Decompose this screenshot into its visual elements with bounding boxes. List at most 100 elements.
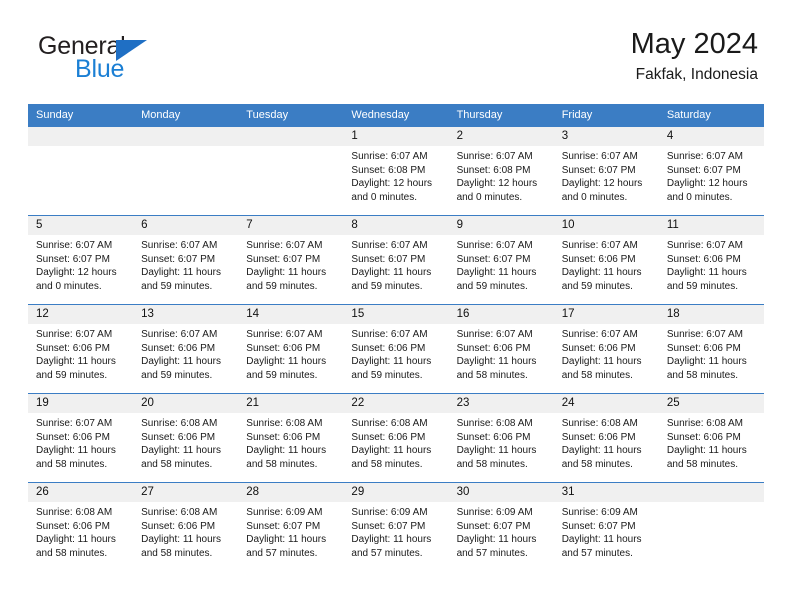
day-cell-inner: 28 Sunrise: 6:09 AM Sunset: 6:07 PM Dayligh… [238, 483, 344, 571]
brand-logo[interactable]: General Blue [38, 34, 258, 90]
day-details: Sunrise: 6:07 AM Sunset: 6:07 PM Daylight:… [133, 235, 238, 293]
calendar-day-cell[interactable]: 10 Sunrise: 6:07 AM Sunset: 6:06 PM Dayligh… [553, 215, 659, 305]
calendar-day-cell[interactable]: 16 Sunrise: 6:07 AM Sunset: 6:06 PM Dayligh… [448, 304, 554, 394]
day-details: Sunrise: 6:07 AM Sunset: 6:06 PM Daylight:… [343, 324, 448, 382]
calendar-day-cell[interactable]: 19 Sunrise: 6:07 AM Sunset: 6:06 PM Dayligh… [28, 393, 134, 483]
calendar-day-cell[interactable]: 1 Sunrise: 6:07 AM Sunset: 6:08 PM Daylight… [343, 126, 449, 216]
calendar-day-cell[interactable]: 22 Sunrise: 6:08 AM Sunset: 6:06 PM Dayligh… [343, 393, 449, 483]
day-cell-inner: 12 Sunrise: 6:07 AM Sunset: 6:06 PM Dayligh… [28, 305, 134, 393]
calendar-day-cell[interactable]: 31 Sunrise: 6:09 AM Sunset: 6:07 PM Dayligh… [553, 482, 659, 571]
day-details: Sunrise: 6:09 AM Sunset: 6:07 PM Daylight:… [449, 502, 554, 560]
sunrise-text: Sunrise: 6:07 AM [351, 151, 428, 162]
day-cell-inner: 4 Sunrise: 6:07 AM Sunset: 6:07 PM Daylight… [658, 127, 764, 215]
daylight-text-line2: and 58 minutes. [36, 458, 108, 470]
sunrise-text: Sunrise: 6:07 AM [351, 240, 428, 251]
calendar-day-cell[interactable]: 3 Sunrise: 6:07 AM Sunset: 6:07 PM Daylight… [553, 126, 659, 216]
daylight-text-line2: and 0 minutes. [561, 191, 628, 203]
calendar-day-cell[interactable]: 28 Sunrise: 6:09 AM Sunset: 6:07 PM Dayligh… [238, 482, 344, 571]
day-cell-inner: 21 Sunrise: 6:08 AM Sunset: 6:06 PM Dayligh… [238, 394, 344, 482]
sunset-text: Sunset: 6:06 PM [561, 342, 636, 354]
day-details: Sunrise: 6:07 AM Sunset: 6:06 PM Daylight:… [28, 413, 133, 471]
calendar-day-cell[interactable]: 23 Sunrise: 6:08 AM Sunset: 6:06 PM Dayligh… [448, 393, 554, 483]
daylight-text-line2: and 0 minutes. [666, 191, 733, 203]
calendar-day-cell[interactable]: 2 Sunrise: 6:07 AM Sunset: 6:08 PM Daylight… [448, 126, 554, 216]
calendar-day-cell[interactable]: 9 Sunrise: 6:07 AM Sunset: 6:07 PM Daylight… [448, 215, 554, 305]
sunrise-text: Sunrise: 6:07 AM [456, 240, 533, 251]
daylight-text-line1: Daylight: 11 hours [351, 534, 432, 545]
sunrise-text: Sunrise: 6:07 AM [666, 240, 743, 251]
day-details: Sunrise: 6:09 AM Sunset: 6:07 PM Daylight:… [238, 502, 343, 560]
day-cell-inner [658, 483, 764, 571]
calendar-day-cell[interactable]: 14 Sunrise: 6:07 AM Sunset: 6:06 PM Dayligh… [238, 304, 344, 394]
calendar-day-cell[interactable]: 5 Sunrise: 6:07 AM Sunset: 6:07 PM Daylight… [28, 215, 134, 305]
calendar-day-cell[interactable]: 11 Sunrise: 6:07 AM Sunset: 6:06 PM Dayligh… [658, 215, 764, 305]
day-details: Sunrise: 6:07 AM Sunset: 6:06 PM Daylight:… [133, 324, 238, 382]
day-cell-inner: 27 Sunrise: 6:08 AM Sunset: 6:06 PM Dayligh… [133, 483, 239, 571]
day-details: Sunrise: 6:08 AM Sunset: 6:06 PM Daylight:… [449, 413, 554, 471]
day-cell-inner: 19 Sunrise: 6:07 AM Sunset: 6:06 PM Dayligh… [28, 394, 134, 482]
sunrise-text: Sunrise: 6:08 AM [351, 418, 428, 429]
sunset-text: Sunset: 6:07 PM [246, 520, 321, 532]
sunset-text: Sunset: 6:06 PM [666, 431, 741, 443]
calendar-week-row: 1 Sunrise: 6:07 AM Sunset: 6:08 PM Daylight… [28, 126, 764, 216]
page-subtitle-location: Fakfak, Indonesia [635, 66, 758, 84]
calendar-day-cell[interactable]: 27 Sunrise: 6:08 AM Sunset: 6:06 PM Dayligh… [133, 482, 239, 571]
calendar-day-cell[interactable]: 18 Sunrise: 6:07 AM Sunset: 6:06 PM Dayligh… [658, 304, 764, 394]
calendar-day-cell[interactable]: 13 Sunrise: 6:07 AM Sunset: 6:06 PM Dayligh… [133, 304, 239, 394]
daylight-text-line1: Daylight: 11 hours [666, 356, 747, 367]
day-cell-inner: 29 Sunrise: 6:09 AM Sunset: 6:07 PM Dayligh… [343, 483, 449, 571]
calendar-day-cell[interactable]: 4 Sunrise: 6:07 AM Sunset: 6:07 PM Daylight… [658, 126, 764, 216]
day-number: 19 [28, 394, 134, 413]
sunrise-text: Sunrise: 6:07 AM [36, 329, 113, 340]
daylight-text-line2: and 58 minutes. [561, 458, 633, 470]
calendar-day-cell[interactable]: 26 Sunrise: 6:08 AM Sunset: 6:06 PM Dayligh… [28, 482, 134, 571]
calendar-day-cell[interactable]: 17 Sunrise: 6:07 AM Sunset: 6:06 PM Dayligh… [553, 304, 659, 394]
sunrise-text: Sunrise: 6:07 AM [246, 240, 323, 251]
calendar-day-cell[interactable]: 12 Sunrise: 6:07 AM Sunset: 6:06 PM Dayligh… [28, 304, 134, 394]
calendar-day-cell[interactable]: 24 Sunrise: 6:08 AM Sunset: 6:06 PM Dayligh… [553, 393, 659, 483]
sunset-text: Sunset: 6:06 PM [141, 431, 216, 443]
daylight-text-line2: and 59 minutes. [351, 369, 423, 381]
sunrise-text: Sunrise: 6:09 AM [351, 507, 428, 518]
daylight-text-line2: and 59 minutes. [666, 280, 739, 292]
calendar-day-cell[interactable]: 21 Sunrise: 6:08 AM Sunset: 6:06 PM Dayligh… [238, 393, 344, 483]
calendar-day-cell[interactable]: 30 Sunrise: 6:09 AM Sunset: 6:07 PM Dayligh… [448, 482, 554, 571]
day-cell-inner: 20 Sunrise: 6:08 AM Sunset: 6:06 PM Dayligh… [133, 394, 239, 482]
calendar-day-cell[interactable]: 6 Sunrise: 6:07 AM Sunset: 6:07 PM Daylight… [133, 215, 239, 305]
sunset-text: Sunset: 6:06 PM [141, 520, 216, 532]
daylight-text-line2: and 58 minutes. [246, 458, 318, 470]
day-cell-inner: 14 Sunrise: 6:07 AM Sunset: 6:06 PM Dayligh… [238, 305, 344, 393]
daylight-text-line1: Daylight: 11 hours [666, 445, 747, 456]
sunrise-text: Sunrise: 6:08 AM [36, 507, 113, 518]
day-number: 9 [448, 216, 554, 235]
day-cell-inner: 13 Sunrise: 6:07 AM Sunset: 6:06 PM Dayligh… [133, 305, 239, 393]
calendar-day-cell[interactable]: 8 Sunrise: 6:07 AM Sunset: 6:07 PM Daylight… [343, 215, 449, 305]
sunset-text: Sunset: 6:06 PM [36, 342, 110, 354]
day-number: 24 [553, 394, 659, 413]
daylight-text-line2: and 59 minutes. [141, 280, 213, 292]
daylight-text-line2: and 57 minutes. [561, 547, 633, 559]
day-details: Sunrise: 6:07 AM Sunset: 6:07 PM Daylight:… [238, 235, 343, 293]
daylight-text-line2: and 0 minutes. [36, 280, 102, 292]
daylight-text-line1: Daylight: 11 hours [561, 356, 642, 367]
calendar-day-cell[interactable]: 7 Sunrise: 6:07 AM Sunset: 6:07 PM Daylight… [238, 215, 344, 305]
daylight-text-line1: Daylight: 12 hours [351, 178, 433, 189]
day-details: Sunrise: 6:08 AM Sunset: 6:06 PM Daylight:… [343, 413, 448, 471]
sunrise-text: Sunrise: 6:09 AM [246, 507, 323, 518]
calendar-day-cell[interactable]: 15 Sunrise: 6:07 AM Sunset: 6:06 PM Dayligh… [343, 304, 449, 394]
daylight-text-line1: Daylight: 11 hours [246, 267, 327, 278]
sunset-text: Sunset: 6:08 PM [351, 164, 426, 176]
sunrise-text: Sunrise: 6:07 AM [561, 240, 638, 251]
day-number: 2 [448, 127, 554, 146]
calendar-day-cell[interactable]: 25 Sunrise: 6:08 AM Sunset: 6:06 PM Dayligh… [658, 393, 764, 483]
calendar-day-cell[interactable]: 20 Sunrise: 6:08 AM Sunset: 6:06 PM Dayligh… [133, 393, 239, 483]
calendar-day-cell[interactable]: 29 Sunrise: 6:09 AM Sunset: 6:07 PM Dayligh… [343, 482, 449, 571]
sunset-text: Sunset: 6:06 PM [141, 342, 216, 354]
brand-name-blue: Blue [75, 55, 125, 83]
daylight-text-line1: Daylight: 12 hours [561, 178, 643, 189]
day-details: Sunrise: 6:08 AM Sunset: 6:06 PM Daylight:… [238, 413, 343, 471]
sunset-text: Sunset: 6:06 PM [561, 253, 636, 265]
day-number [658, 483, 764, 502]
day-details: Sunrise: 6:09 AM Sunset: 6:07 PM Daylight:… [554, 502, 659, 560]
daylight-text-line2: and 58 minutes. [141, 547, 213, 559]
